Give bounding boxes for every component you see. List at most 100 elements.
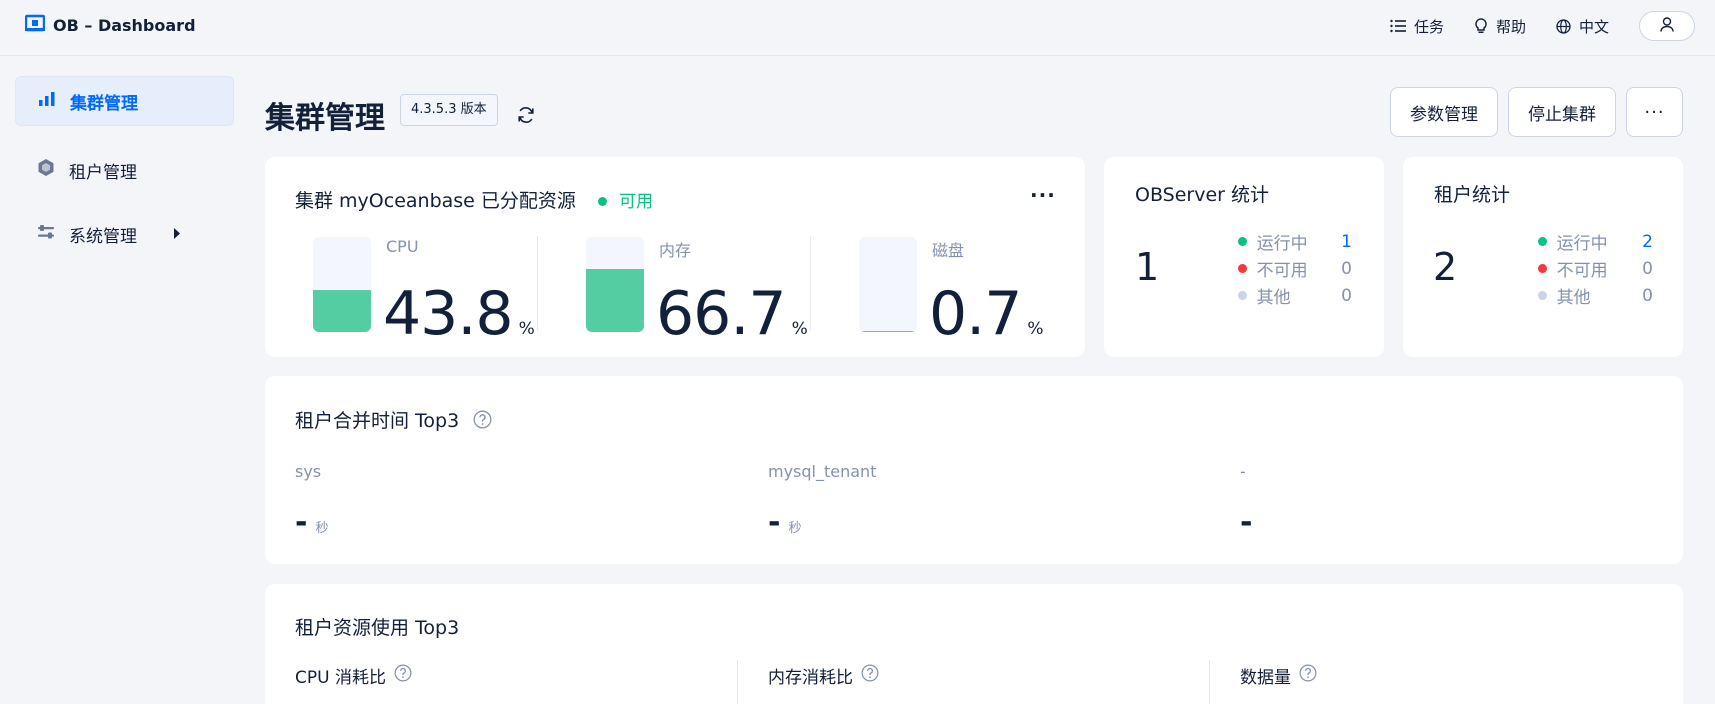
memory-usage-bar [586,237,644,332]
disk-value: 0.7% [929,279,1044,349]
help-link[interactable]: 帮助 [1474,16,1526,37]
language-label: 中文 [1578,17,1609,36]
status-dot [1238,237,1247,246]
cpu-ratio-header: CPU 消耗比 [295,663,412,688]
memory-label: 内存 [659,241,692,260]
status-label: 运行中 [1556,234,1608,254]
observer-card-title: OBServer 统计 [1135,184,1270,206]
version-badge: 4.3.5.3 版本 [400,94,498,126]
resource-top3-card [265,584,1683,704]
sidebar-item-system[interactable]: 系统管理 [15,209,234,259]
question-circle-icon[interactable] [473,410,492,434]
cpu-value: 43.8% [383,279,535,349]
cpu-value-number: 43.8 [383,279,514,349]
cpu-usage-bar [313,237,371,332]
cluster-card-title: 集群 myOceanbase 已分配资源 可用 [295,186,653,213]
status-count[interactable]: 1 [1341,232,1352,252]
cluster-card-title-text: 集群 myOceanbase 已分配资源 [295,190,576,212]
list-item: 其他 0 [1538,282,1653,309]
merge-time-card [265,376,1683,564]
cpu-usage-fill [313,290,371,332]
tasks-label: 任务 [1413,17,1444,36]
divider [810,236,811,331]
question-circle-icon[interactable] [861,664,879,687]
memory-ratio-header: 内存消耗比 [768,663,879,688]
question-circle-icon[interactable] [1299,664,1317,687]
memory-unit: % [791,319,808,339]
merge-value-number: - [768,505,781,540]
status-dot [1238,291,1247,300]
cpu-label: CPU [386,237,419,256]
sidebar-item-label: 集群管理 [70,93,138,114]
list-item: 不可用 0 [1238,255,1352,282]
merge-card-title-text: 租户合并时间 Top3 [295,410,460,432]
merge-card-title: 租户合并时间 Top3 [295,406,492,434]
more-actions-button[interactable]: ··· [1626,87,1683,137]
merge-tenant-name: mysql_tenant [768,462,877,481]
merge-value-number: - [1240,505,1253,540]
status-count[interactable]: 2 [1642,232,1653,252]
top3-card-title: 租户资源使用 Top3 [295,617,460,639]
tenant-total: 2 [1433,245,1458,289]
sidebar-item-tenant[interactable]: 租户管理 [15,145,234,195]
disk-label: 磁盘 [932,241,965,260]
disk-value-number: 0.7 [929,279,1022,349]
status-dot [1238,264,1247,273]
disk-usage-fill [859,331,917,332]
data-size-label: 数据量 [1240,668,1291,688]
ob-logo-icon [24,14,46,36]
divider [737,660,738,704]
memory-usage-fill [586,268,644,332]
sidebar: 集群管理 租户管理 系统管理 [0,56,240,704]
status-label: 运行中 [1256,234,1308,254]
page-title: 集群管理 [265,101,385,136]
cpu-resource: CPU 43.8% [313,235,553,349]
merge-value-number: - [295,505,308,540]
list-item: 不可用 0 [1538,255,1653,282]
merge-tenant-value: -秒 [768,505,801,540]
sidebar-item-label: 系统管理 [69,226,137,247]
cluster-status: 可用 [619,192,653,212]
lightbulb-icon [1474,18,1488,34]
status-label: 不可用 [1256,261,1308,281]
cpu-ratio-label: CPU 消耗比 [295,668,386,688]
cpu-unit: % [518,319,535,339]
status-count: 0 [1642,258,1653,279]
list-item: 运行中 1 [1238,228,1352,255]
list-item: 运行中 2 [1538,228,1653,255]
stop-cluster-button[interactable]: 停止集群 [1508,87,1616,137]
brand[interactable]: OB – Dashboard [24,14,196,36]
memory-resource: 内存 66.7% [586,235,826,349]
help-label: 帮助 [1495,17,1526,36]
refresh-icon[interactable] [516,105,536,129]
top-nav: 任务 帮助 中文 [1390,11,1695,41]
merge-value-unit: 秒 [315,521,329,536]
status-dot [1538,291,1547,300]
memory-value: 66.7% [656,279,808,349]
bar-chart-icon [38,91,56,112]
list-item: 其他 0 [1238,282,1352,309]
status-label: 不可用 [1556,261,1608,281]
hexagon-icon [37,158,55,182]
memory-ratio-label: 内存消耗比 [768,668,853,688]
sidebar-item-cluster[interactable]: 集群管理 [15,76,234,126]
status-label: 其他 [1556,288,1591,308]
params-button[interactable]: 参数管理 [1390,87,1498,137]
status-dot [1538,264,1547,273]
user-menu-button[interactable] [1639,11,1695,41]
tenant-status-list: 运行中 2 不可用 0 其他 0 [1538,228,1653,309]
question-circle-icon[interactable] [394,664,412,687]
memory-value-number: 66.7 [656,279,787,349]
list-icon [1390,19,1406,33]
language-switch[interactable]: 中文 [1556,16,1609,37]
merge-value-unit: 秒 [788,521,802,536]
disk-usage-bar [859,237,917,332]
disk-resource: 磁盘 0.7% [859,235,1099,349]
tasks-link[interactable]: 任务 [1390,16,1444,37]
status-dot [597,197,607,206]
data-size-header: 数据量 [1240,663,1317,688]
cluster-card-more-button[interactable]: ··· [1030,183,1056,207]
status-count: 0 [1341,285,1352,306]
top-bar: OB – Dashboard 任务 帮助 中文 [0,0,1715,56]
observer-total: 1 [1135,245,1160,289]
